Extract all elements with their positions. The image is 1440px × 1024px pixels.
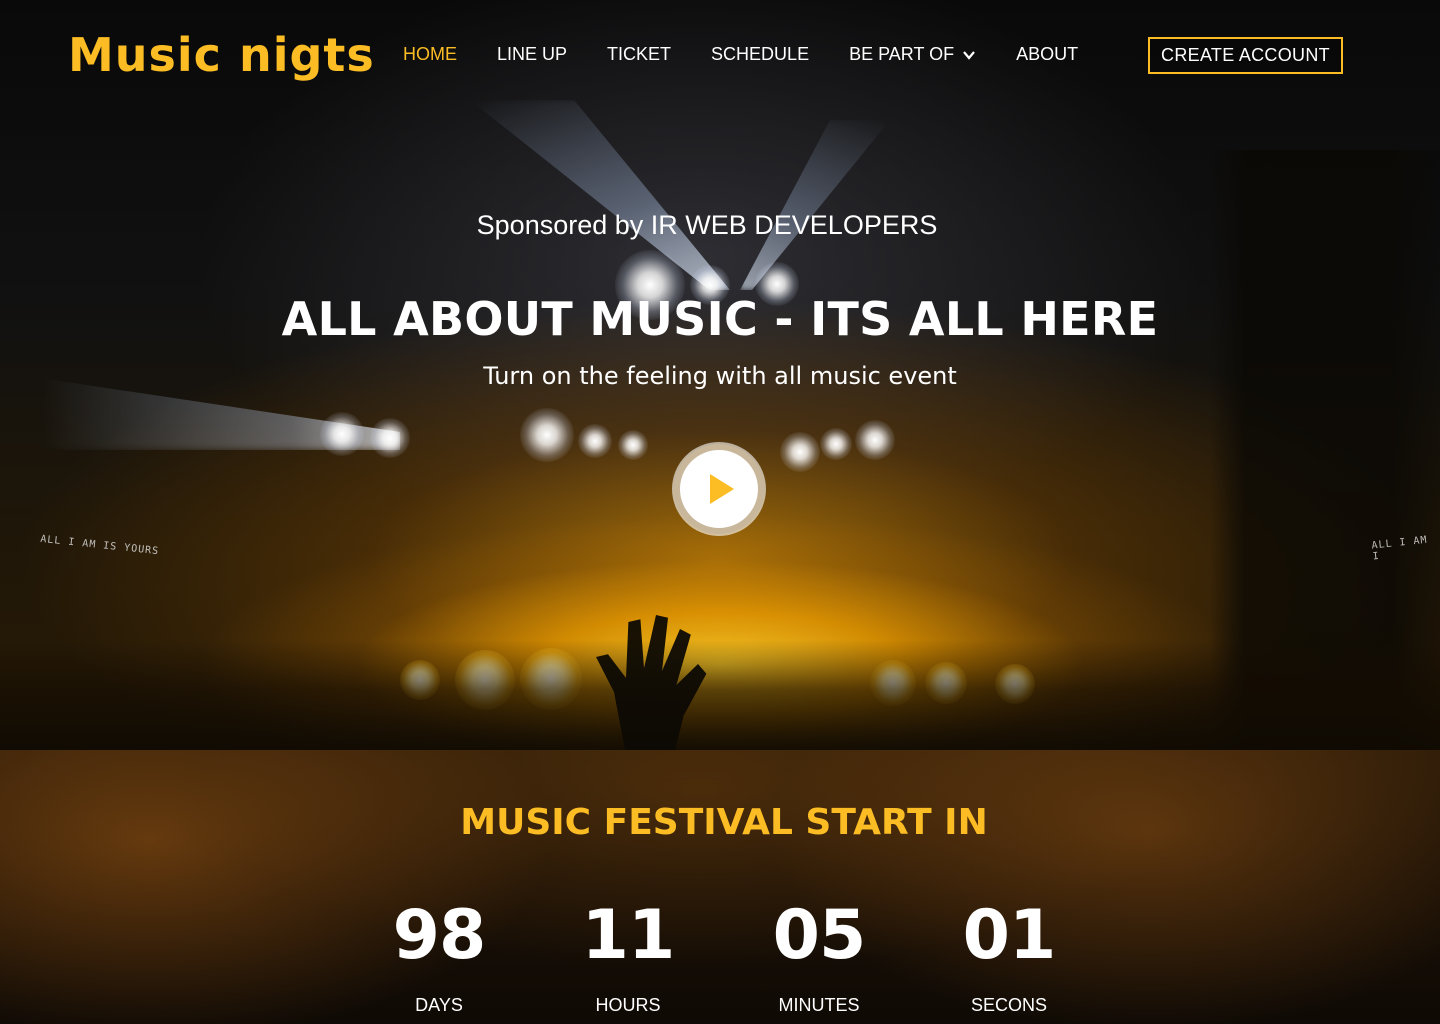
countdown-hours: 11 HOURS	[538, 895, 718, 1016]
screen-text-left: ALL I AM IS YOURS	[39, 533, 160, 558]
countdown-value: 01	[962, 896, 1057, 975]
stage-light	[520, 408, 574, 462]
site-logo[interactable]: Music nigts	[68, 28, 375, 82]
countdown-label: HOURS	[595, 995, 661, 1015]
nav-item-about[interactable]: ABOUT	[1016, 44, 1078, 65]
nav-item-schedule[interactable]: SCHEDULE	[711, 44, 809, 65]
play-icon	[710, 474, 734, 504]
countdown-label: SECONS	[970, 995, 1048, 1015]
spotlight-beam	[740, 120, 890, 290]
stage-light	[780, 432, 820, 472]
countdown-label: DAYS	[415, 995, 463, 1015]
chevron-down-icon	[963, 50, 975, 60]
nav-item-line-up[interactable]: LINE UP	[497, 44, 567, 65]
sponsor-text: Sponsored by IR WEB DEVELOPERS	[476, 210, 938, 240]
nav-item-ticket[interactable]: TICKET	[607, 44, 671, 65]
site-header: Music nigts HOME LINE UP TICKET SCHEDULE…	[0, 0, 1440, 110]
countdown-title: MUSIC FESTIVAL START IN	[460, 802, 988, 843]
countdown-value: 98	[392, 896, 487, 975]
nav-item-home[interactable]: HOME	[403, 44, 457, 65]
hero-tagline: Turn on the feeling with all music event	[483, 362, 957, 390]
stage-light	[855, 420, 895, 460]
crowd-silhouette	[0, 640, 1440, 750]
play-video-button[interactable]	[674, 444, 764, 534]
countdown-days: 98 DAYS	[349, 895, 529, 1016]
countdown-seconds: 01 SECONS	[919, 895, 1099, 1016]
nav-item-label: BE PART OF	[849, 44, 955, 64]
countdown-minutes: 05 MINUTES	[729, 895, 909, 1016]
spotlight-beam	[470, 100, 730, 290]
countdown-value: 11	[581, 896, 676, 975]
countdown-value: 05	[772, 896, 867, 975]
hero-headline: ALL ABOUT MUSIC - ITS ALL HERE	[281, 292, 1159, 346]
stage-light	[618, 430, 648, 460]
create-account-button[interactable]: CREATE ACCOUNT	[1148, 37, 1343, 74]
countdown: 98 DAYS 11 HOURS 05 MINUTES 01 SECONS	[0, 895, 1440, 1024]
main-nav: HOME LINE UP TICKET SCHEDULE BE PART OF …	[403, 44, 1118, 65]
stage-light	[370, 418, 410, 458]
stage-light	[820, 428, 852, 460]
stage-light	[578, 424, 612, 458]
nav-item-be-part-of[interactable]: BE PART OF	[849, 44, 976, 65]
stage-light	[320, 412, 364, 456]
countdown-label: MINUTES	[778, 995, 860, 1015]
